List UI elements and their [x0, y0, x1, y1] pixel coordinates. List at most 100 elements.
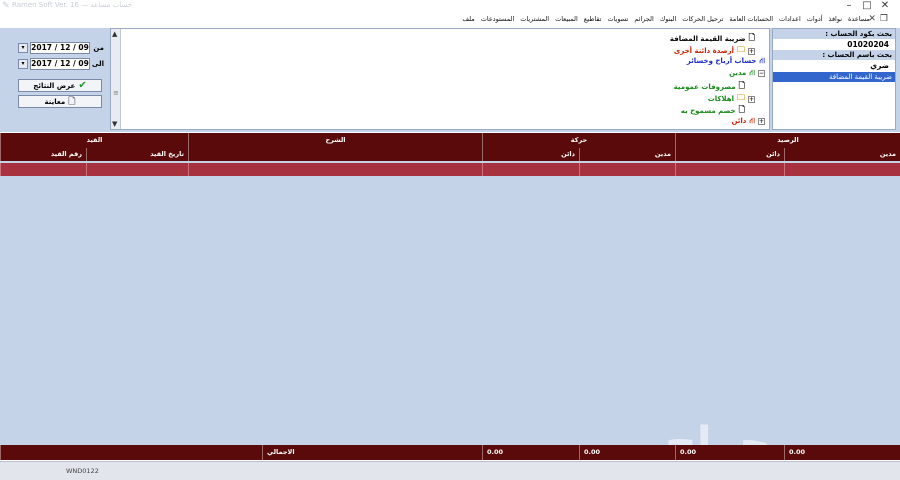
menu-item[interactable]: الحسابات العامة [729, 15, 773, 27]
cell[interactable] [86, 163, 188, 176]
tree-item-label: اهلاكات [707, 95, 734, 103]
window-code: WND0122 [66, 467, 99, 475]
hierarchy-icon: ⛙ [759, 56, 765, 65]
menu-item[interactable]: المستودعات [481, 15, 515, 27]
calendar-dropdown-icon[interactable]: ▾ [18, 59, 28, 69]
total-balance-debit: 0.00 [784, 445, 900, 460]
show-results-button[interactable]: ✔ عرض النتائج [18, 79, 102, 92]
from-date-input[interactable]: 2017 / 12 / 09 [30, 42, 90, 54]
col-entry-date[interactable]: تاريخ القيد [86, 148, 188, 161]
window-title: Ramen Soft Ver. 16 — حساب مساعد [12, 1, 132, 9]
col-entry-number[interactable]: رقم القيد [0, 148, 86, 161]
total-balance-credit: 0.00 [675, 445, 784, 460]
col-balance-credit[interactable]: دائن [675, 148, 784, 161]
to-date-input[interactable]: 2017 / 12 / 09 [30, 58, 90, 70]
menu-item[interactable]: نوافذ [829, 15, 843, 27]
cell[interactable] [784, 163, 900, 176]
tree-item[interactable]: ⛙ حساب أرباح وخسائر [687, 56, 765, 66]
minimize-button[interactable]: – [844, 0, 854, 11]
account-code-input[interactable]: 01020204 [773, 39, 895, 50]
expand-icon[interactable]: + [748, 47, 755, 55]
total-movement-debit: 0.00 [579, 445, 675, 460]
tree-item-label: حساب أرباح وخسائر [686, 57, 757, 65]
tree-item-label: خصم مسموح به [680, 107, 736, 115]
account-name-input[interactable]: ضري [773, 60, 895, 71]
group-header-balance: الرصيد [675, 133, 900, 148]
tree-scrollbar[interactable]: ▲ ≡ ▼ [111, 29, 121, 129]
totals-bar: 0.00 0.00 0.00 0.00 الاجمالي [0, 445, 900, 460]
cell[interactable] [188, 163, 482, 176]
code-search-label: بحث بكود الحساب : [773, 29, 895, 39]
tree-item-label: دائن [731, 117, 747, 125]
window-restore-icon[interactable]: ❐ [880, 14, 888, 24]
col-description[interactable] [188, 148, 482, 161]
calendar-dropdown-icon[interactable]: ▾ [18, 43, 28, 53]
date-filter-panel: من 2017 / 12 / 09 ▾ الى 2017 / 12 / 09 ▾… [0, 28, 108, 130]
preview-label: معاينة [44, 97, 66, 106]
close-button[interactable]: ✕ [880, 0, 890, 11]
menu-item[interactable]: أدوات [807, 15, 823, 27]
status-bar: WND0122 [0, 461, 900, 480]
group-header-entry: القيد [0, 133, 188, 148]
col-balance-debit[interactable]: مدين [784, 148, 900, 161]
cell[interactable] [675, 163, 784, 176]
total-movement-credit: 0.00 [482, 445, 579, 460]
from-date-row: من 2017 / 12 / 09 ▾ [18, 42, 104, 54]
preview-button[interactable]: 🗋 معاينة [18, 95, 102, 108]
cell[interactable] [482, 163, 579, 176]
tree-item-label: مدين [729, 69, 747, 77]
expand-icon[interactable]: + [748, 95, 755, 103]
hierarchy-icon: ⛙ [749, 68, 755, 77]
tree-item-label: مصروفات عمومية [673, 83, 736, 91]
document-icon: 🗋 [68, 96, 76, 107]
menu-item[interactable]: اعدادات [779, 15, 801, 27]
expand-icon[interactable]: + [758, 117, 765, 125]
group-header-description: الشرح [188, 133, 482, 148]
from-date-label: من [93, 44, 104, 52]
window-controls: – □ ✕ [844, 0, 890, 11]
scroll-down-icon[interactable]: ▼ [112, 120, 117, 128]
collapse-icon[interactable]: − [758, 69, 765, 77]
scroll-up-icon[interactable]: ▲ [112, 30, 117, 38]
grid-group-header: الرصيد حركة الشرح القيد [0, 133, 900, 148]
group-header-movement: حركة [482, 133, 675, 148]
filter-area: بحث بكود الحساب : 01020204 بحث باسم الحس… [0, 28, 900, 132]
table-row[interactable] [0, 163, 900, 176]
menu-item[interactable]: تقاطيع [584, 15, 602, 27]
account-search-panel: بحث بكود الحساب : 01020204 بحث باسم الحس… [772, 28, 896, 130]
tree-item[interactable]: − ⛙ مدين [729, 68, 765, 78]
col-movement-credit[interactable]: دائن [482, 148, 579, 161]
tree-item-label: أرصدة دائنة أخرى [673, 47, 734, 55]
totals-label: الاجمالي [262, 445, 482, 460]
menu-item[interactable]: البنوك [660, 15, 676, 27]
menu-item[interactable]: المشتريات [520, 15, 549, 27]
tree-item[interactable]: + ⛙ دائن [731, 116, 765, 126]
maximize-button[interactable]: □ [862, 0, 872, 11]
menu-bar-icons: ✕ ❐ [868, 14, 888, 24]
menu-item[interactable]: الجرائم [634, 15, 654, 27]
col-movement-debit[interactable]: مدين [579, 148, 675, 161]
search-result-item[interactable]: ضريبة القيمة المضافة [773, 72, 895, 82]
app-icon: ✎ [2, 1, 10, 11]
to-date-label: الى [91, 60, 104, 68]
menu-item[interactable]: تسويات [607, 15, 628, 27]
menu-bar: ملف المستودعات المشتريات المبيعات تقاطيع تسوي… [462, 15, 870, 27]
checkmark-icon: ✔ [78, 80, 87, 91]
tree-item-label: ضريبة القيمة المضافة [669, 35, 746, 43]
menu-item[interactable]: ملف [462, 15, 474, 27]
title-bar: ✎ Ramen Soft Ver. 16 — حساب مساعد – □ ✕ [0, 0, 900, 13]
menu-item[interactable]: ترحيل الحركات [682, 15, 723, 27]
entries-grid: الرصيد حركة الشرح القيد مدين دائن مدين د… [0, 133, 900, 445]
menu-item[interactable]: مساعدة [848, 15, 870, 27]
window-close-icon[interactable]: ✕ [868, 14, 876, 24]
accounts-tree: ▲ ≡ ▼ 🗋 ضريبة القيمة المضافة + 🗀 أرصدة د… [110, 28, 770, 130]
show-results-label: عرض النتائج [33, 81, 76, 90]
name-search-label: بحث باسم الحساب : [773, 50, 895, 60]
grid-column-header: مدين دائن مدين دائن تاريخ القيد رقم القي… [0, 148, 900, 161]
menu-item[interactable]: المبيعات [555, 15, 578, 27]
cell[interactable] [579, 163, 675, 176]
totals-empty [0, 445, 262, 460]
scroll-grip-icon[interactable]: ≡ [113, 89, 119, 97]
cell[interactable] [0, 163, 86, 176]
to-date-row: الى 2017 / 12 / 09 ▾ [18, 58, 104, 70]
